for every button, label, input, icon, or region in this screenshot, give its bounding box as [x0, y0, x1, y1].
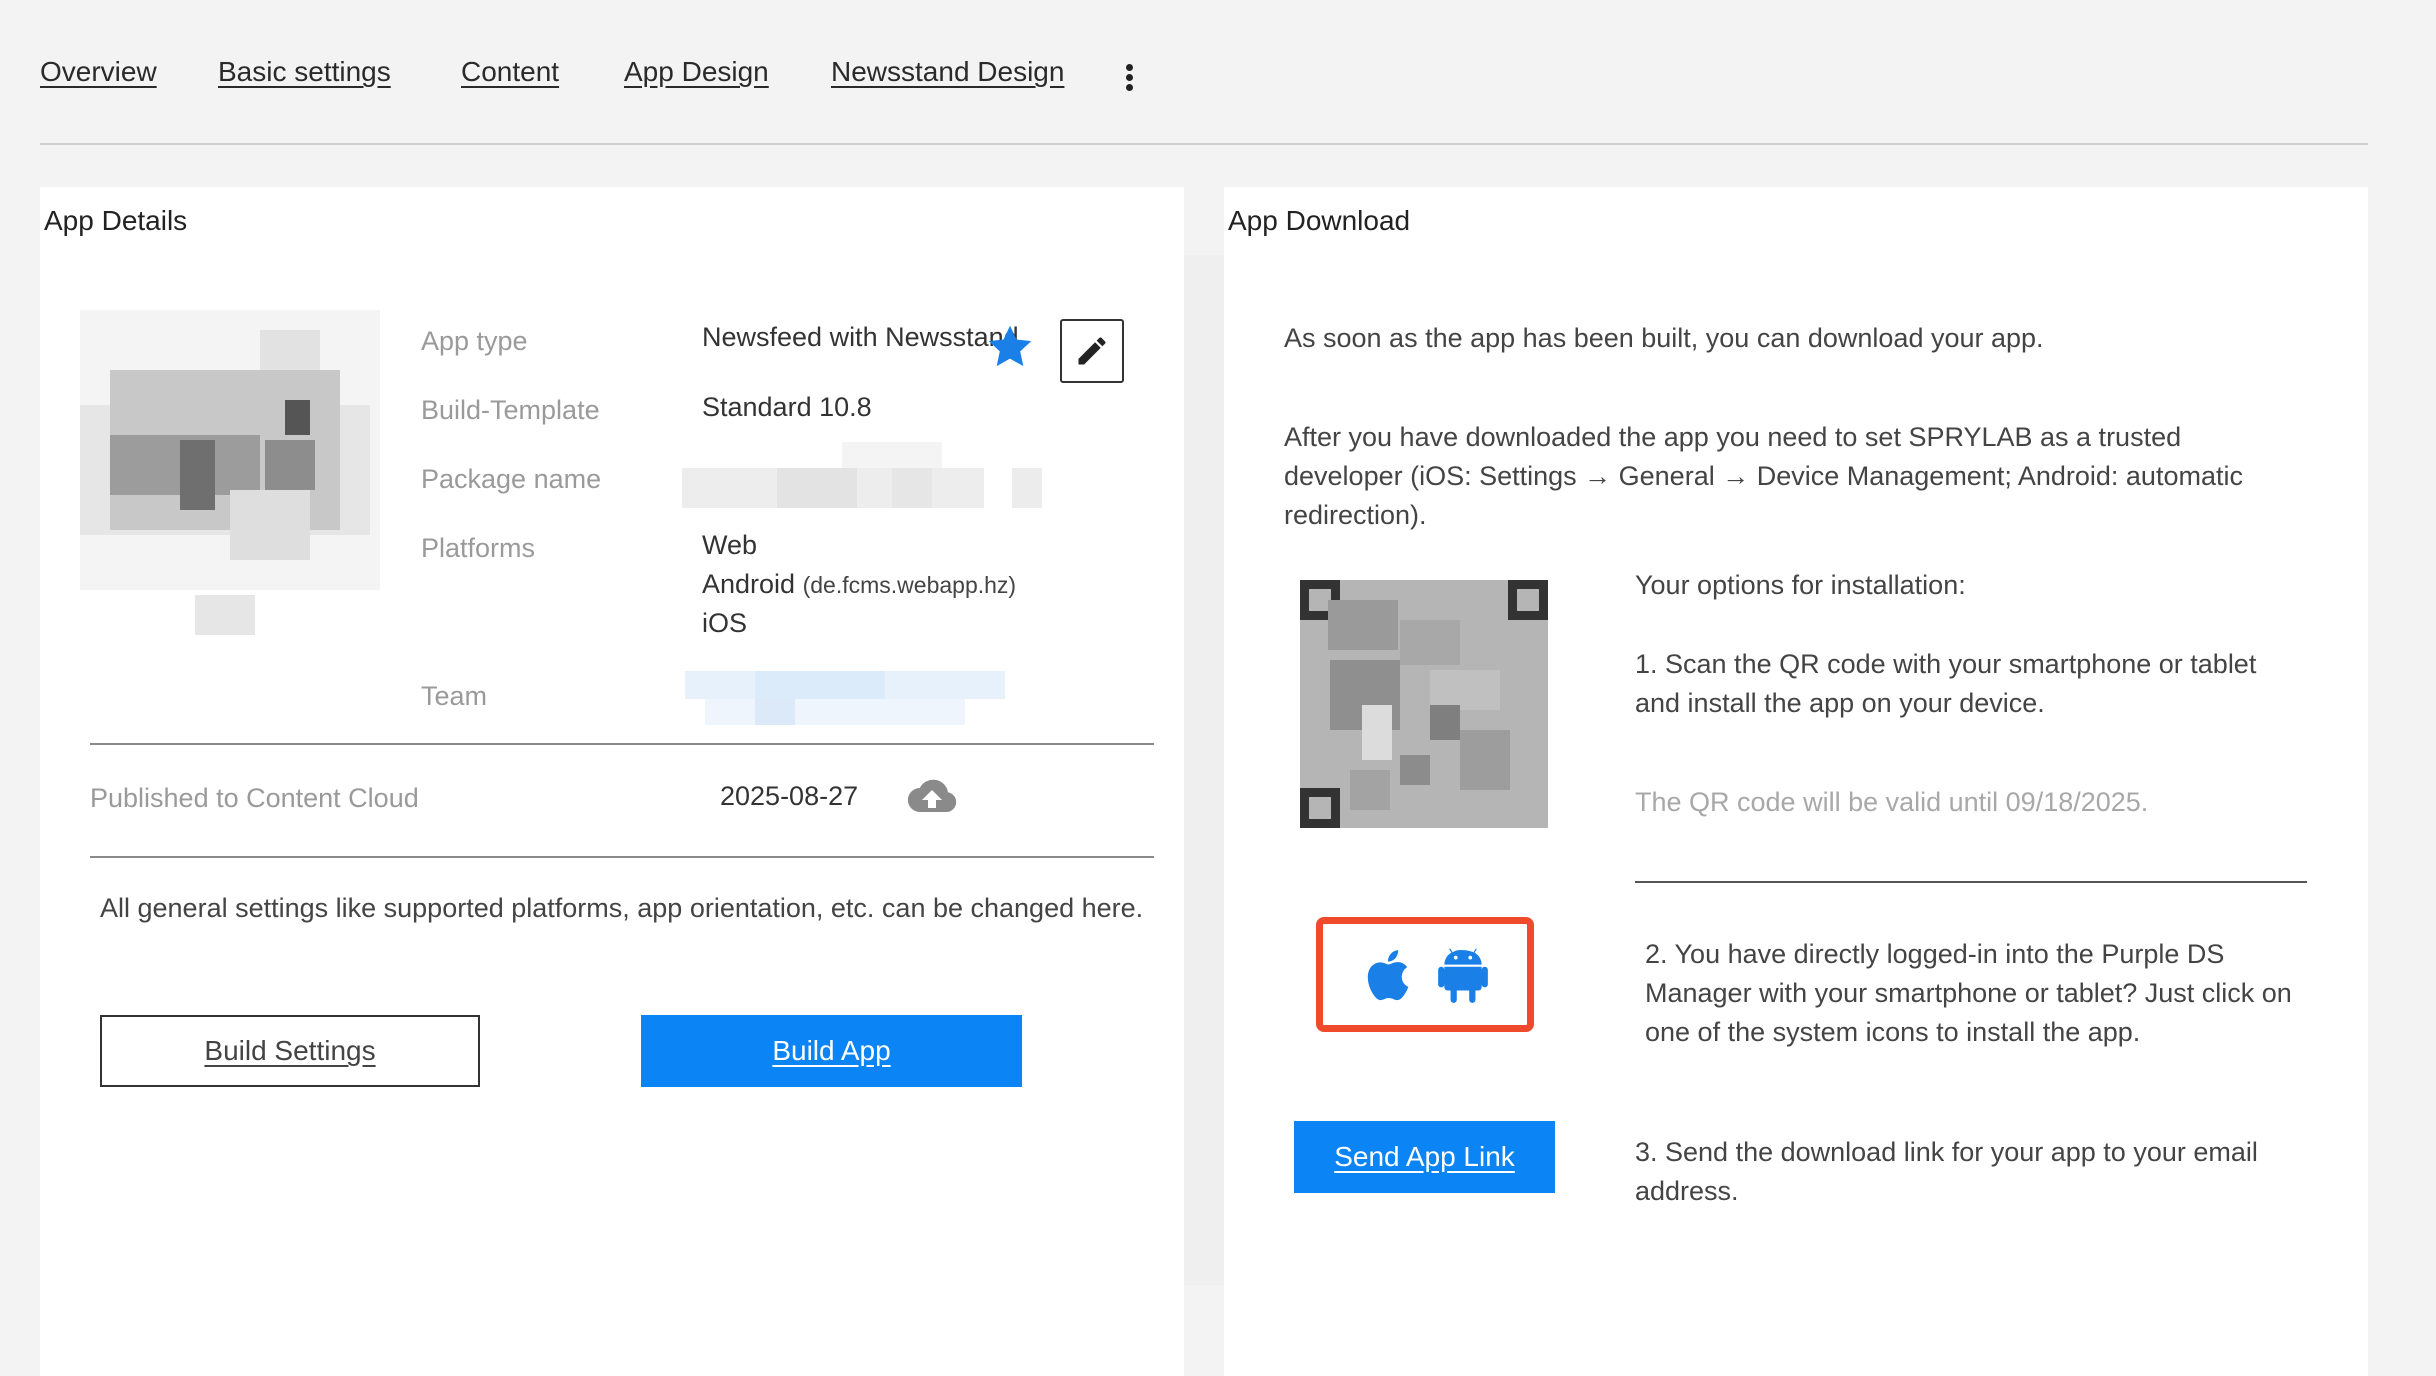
- android-icon[interactable]: [1437, 946, 1489, 1004]
- tab-content[interactable]: Content: [461, 56, 559, 88]
- platform-web: Web: [702, 530, 758, 560]
- qr-validity-note: The QR code will be valid until 09/18/20…: [1635, 787, 2149, 817]
- install-option-scan: 1. Scan the QR code with your smartphone…: [1635, 649, 2257, 718]
- download-divider: [1635, 881, 2307, 883]
- platform-android-package: (de.fcms.webapp.hz): [802, 572, 1017, 598]
- build-app-button[interactable]: Build App: [641, 1015, 1022, 1087]
- details-divider-2: [90, 856, 1154, 858]
- published-date: 2025-08-27: [720, 781, 859, 811]
- apple-icon[interactable]: [1361, 946, 1411, 1004]
- cloud-upload-icon[interactable]: [906, 776, 958, 816]
- qr-code: [1300, 580, 1548, 828]
- download-intro: As soon as the app has been built, you c…: [1284, 323, 2044, 353]
- platform-ios: iOS: [702, 608, 748, 638]
- package-name-label: Package name: [421, 464, 602, 494]
- app-download-title: App Download: [1228, 205, 1411, 236]
- build-settings-button[interactable]: Build Settings: [100, 1015, 480, 1087]
- panel-separator: [1184, 255, 1224, 1285]
- platforms-label: Platforms: [421, 533, 536, 563]
- team-label: Team: [421, 681, 488, 711]
- tab-basic-settings[interactable]: Basic settings: [218, 56, 391, 88]
- details-divider-1: [90, 743, 1154, 745]
- published-label: Published to Content Cloud: [90, 783, 419, 813]
- star-icon[interactable]: [985, 322, 1035, 372]
- build-template-label: Build-Template: [421, 395, 600, 425]
- edit-button[interactable]: [1060, 319, 1124, 383]
- settings-note: All general settings like supported plat…: [100, 893, 1144, 923]
- team-value: [685, 671, 1005, 725]
- trusted-developer-note: After you have downloaded the app you ne…: [1284, 422, 2243, 530]
- build-template-value: Standard 10.8: [702, 392, 872, 422]
- platform-android-label: Android: [702, 569, 796, 599]
- platform-android: Android (de.fcms.webapp.hz): [702, 569, 1016, 600]
- tab-app-design[interactable]: App Design: [624, 56, 769, 88]
- install-options-heading: Your options for installation:: [1635, 570, 1966, 600]
- pencil-icon: [1078, 337, 1106, 365]
- app-type-value: Newsfeed with Newsstand: [702, 322, 1019, 352]
- send-app-link-button[interactable]: Send App Link: [1294, 1121, 1555, 1193]
- nav-divider: [40, 143, 2368, 145]
- app-icon: [80, 310, 380, 650]
- package-name-value: [682, 442, 1042, 516]
- system-icons-box: [1316, 917, 1534, 1032]
- app-details-title: App Details: [44, 205, 188, 236]
- install-option-direct: 2. You have directly logged-in into the …: [1645, 939, 2292, 1047]
- install-option-email: 3. Send the download link for your app t…: [1635, 1137, 2258, 1206]
- tab-overview[interactable]: Overview: [40, 56, 157, 88]
- tab-newsstand-design[interactable]: Newsstand Design: [831, 56, 1064, 88]
- app-type-label: App type: [421, 326, 528, 356]
- more-vertical-icon[interactable]: [1124, 64, 1134, 92]
